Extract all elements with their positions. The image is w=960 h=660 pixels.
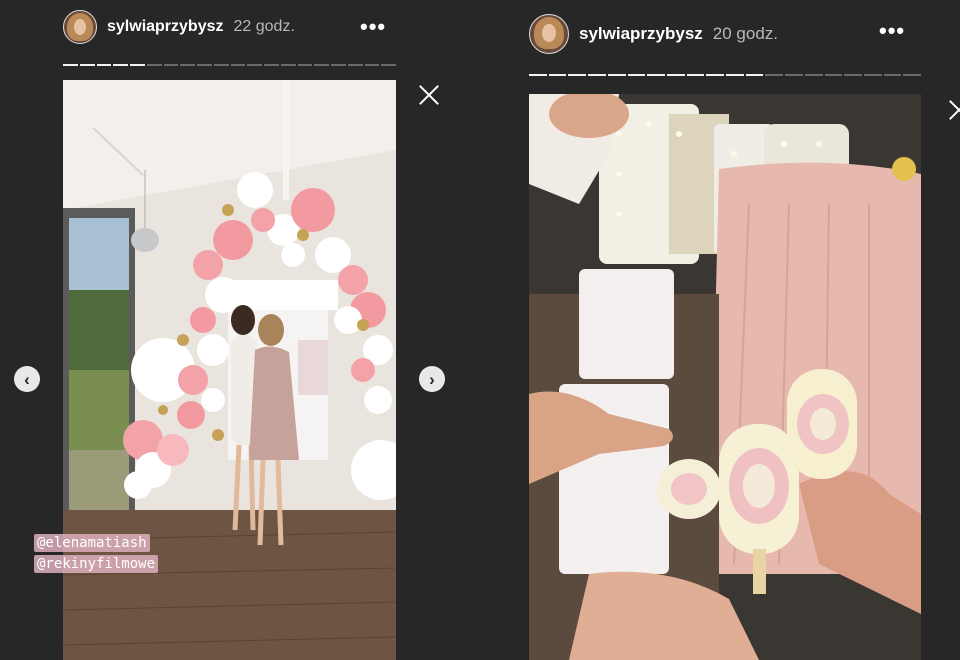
progress-segment (863, 74, 882, 76)
progress-segment (666, 74, 685, 76)
progress-segment (180, 64, 195, 66)
progress-segment (529, 74, 547, 76)
progress-segment (726, 74, 744, 76)
mention-sticker[interactable]: @rekinyfilmowe (34, 555, 159, 573)
story-header: sylwiaprzybysz 22 godz. (63, 10, 295, 44)
party-photo-illustration (63, 80, 396, 660)
progress-segment (824, 74, 843, 76)
dessert-photo-illustration (529, 94, 921, 660)
progress-segment (364, 64, 380, 66)
progress-segment (163, 64, 179, 66)
story-left: sylwiaprzybysz 22 godz. ••• ‹ › @elenama… (0, 0, 500, 660)
progress-segment (785, 74, 803, 76)
close-icon[interactable] (948, 99, 960, 121)
progress-segment (146, 64, 162, 66)
avatar[interactable] (63, 10, 97, 44)
close-icon[interactable] (418, 84, 440, 106)
avatar[interactable] (529, 14, 569, 54)
previous-story-button[interactable]: ‹ (14, 366, 40, 392)
more-options-button[interactable]: ••• (360, 16, 386, 38)
progress-segment (213, 64, 229, 66)
progress-segment (686, 74, 705, 76)
progress-segment (197, 64, 212, 66)
progress-segment (588, 74, 606, 76)
progress-segment (280, 64, 296, 66)
username[interactable]: sylwiaprzybysz (107, 18, 224, 36)
timestamp: 22 godz. (233, 18, 295, 35)
progress-segment (247, 64, 262, 66)
story-media-photo (529, 94, 921, 660)
progress-segment (264, 64, 279, 66)
progress-segment (568, 74, 587, 76)
progress-segment (381, 64, 396, 66)
progress-segment (347, 64, 363, 66)
progress-segment (647, 74, 665, 76)
progress-segment (607, 74, 626, 76)
timestamp: 20 godz. (712, 24, 779, 43)
progress-segment (230, 64, 246, 66)
progress-segment (63, 64, 78, 66)
progress-segment (745, 74, 764, 76)
progress-segment (883, 74, 902, 76)
progress-segment (903, 74, 922, 76)
progress-segment (627, 74, 646, 76)
progress-segment (706, 74, 725, 76)
story-header: sylwiaprzybysz 20 godz. (529, 14, 778, 54)
progress-segment (79, 64, 95, 66)
progress-segment (130, 64, 145, 66)
more-options-button[interactable]: ••• (879, 20, 905, 42)
mention-sticker[interactable]: @elenamatiash (34, 534, 150, 552)
progress-segment (331, 64, 346, 66)
progress-segment (314, 64, 329, 66)
username[interactable]: sylwiaprzybysz (579, 24, 703, 44)
story-media-photo (63, 80, 396, 660)
progress-segment (113, 64, 128, 66)
progress-segment (765, 74, 784, 76)
progress-segment (804, 74, 823, 76)
story-progress-bar (529, 74, 922, 76)
progress-segment (548, 74, 567, 76)
progress-segment (297, 64, 313, 66)
progress-segment (844, 74, 862, 76)
next-story-button[interactable]: › (419, 366, 445, 392)
story-right: sylwiaprzybysz 20 godz. ••• (510, 0, 960, 660)
story-progress-bar (63, 64, 396, 66)
progress-segment (96, 64, 112, 66)
